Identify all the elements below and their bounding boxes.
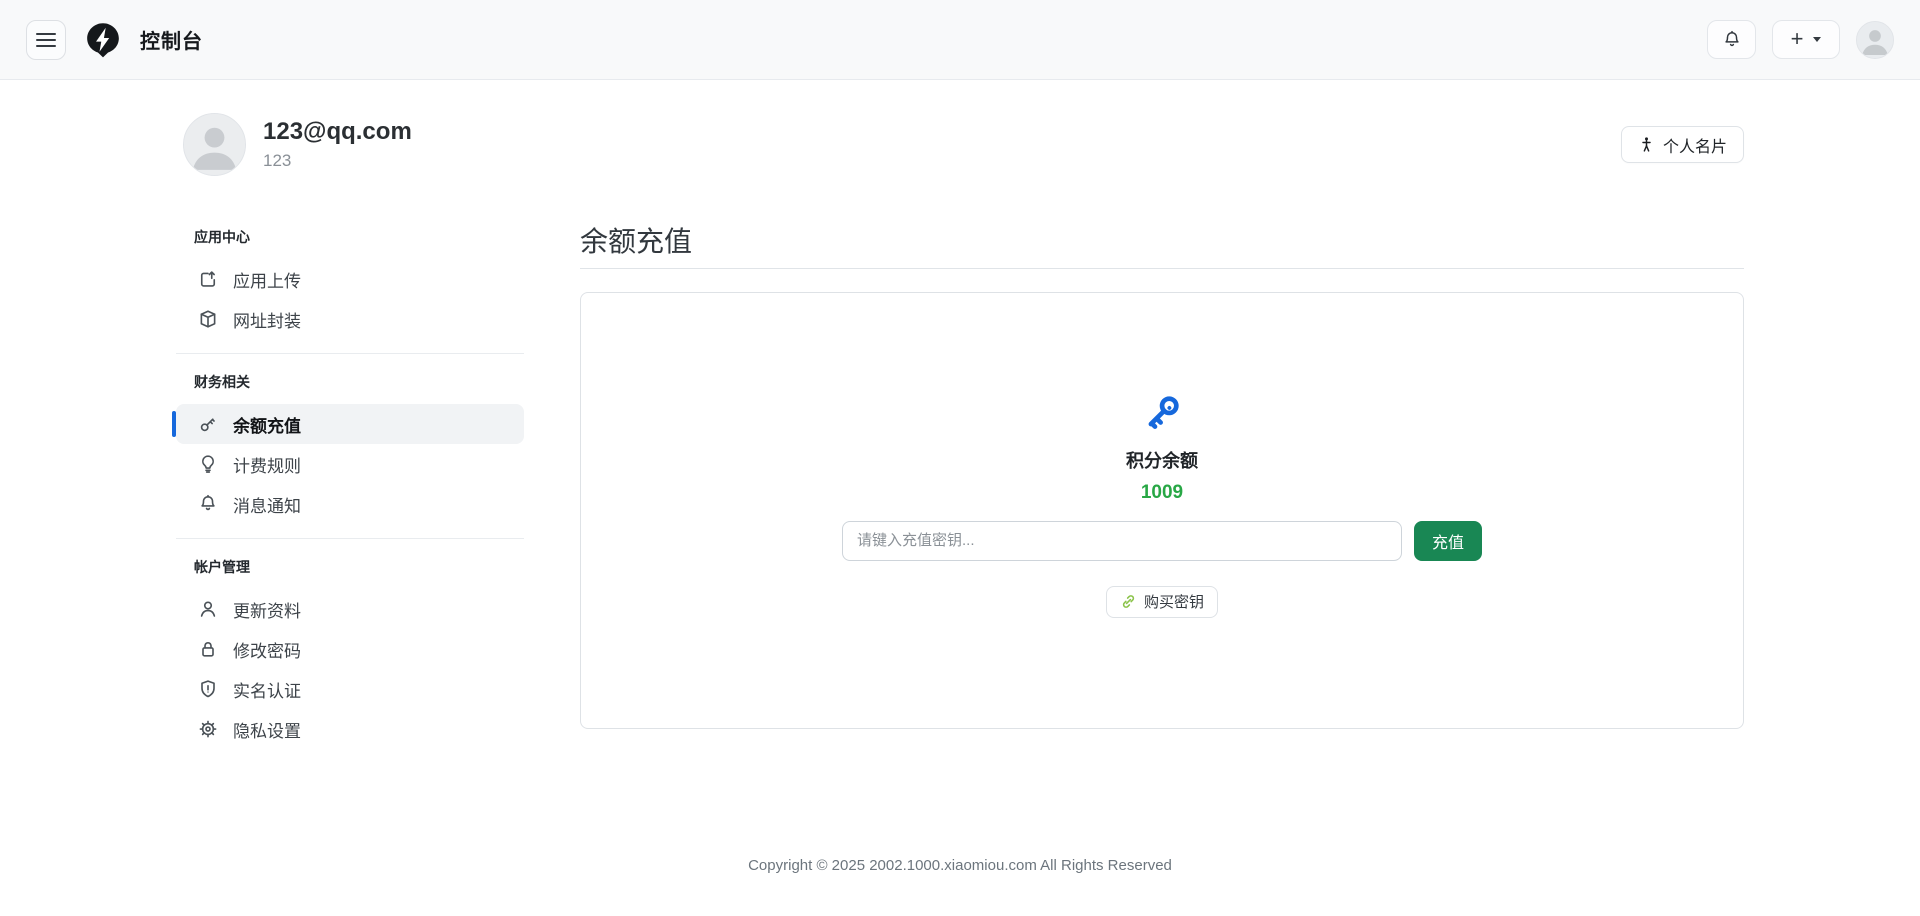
- sidebar-item-label: 隐私设置: [233, 717, 301, 742]
- sidebar-item-label: 更新资料: [233, 597, 301, 622]
- sidebar-section-app-center: 应用中心: [194, 227, 524, 247]
- avatar-placeholder-icon: [1857, 22, 1893, 58]
- profile-header: 123@qq.com 123 个人名片: [176, 113, 1744, 176]
- recharge-card: 积分余额 1009 充值 购买密钥: [580, 292, 1744, 729]
- sidebar-item-notifications[interactable]: 消息通知: [176, 484, 524, 524]
- title-divider: [580, 268, 1744, 269]
- namecard-button-label: 个人名片: [1663, 133, 1727, 157]
- lock-icon: [198, 639, 218, 659]
- key-icon: [1140, 391, 1184, 435]
- sidebar-item-app-upload[interactable]: 应用上传: [176, 259, 524, 299]
- recharge-button[interactable]: 充值: [1414, 521, 1482, 561]
- sidebar-item-change-password[interactable]: 修改密码: [176, 629, 524, 669]
- bell-icon: [198, 494, 218, 514]
- sidebar-divider: [176, 353, 524, 354]
- person-icon: [198, 599, 218, 619]
- sidebar-item-label: 应用上传: [233, 267, 301, 292]
- buy-key-button-label: 购买密钥: [1144, 591, 1204, 612]
- profile-avatar: [183, 113, 246, 176]
- profile-username: 123: [263, 151, 412, 171]
- avatar-placeholder-icon: [184, 114, 245, 175]
- sidebar: 应用中心 应用上传 网址封装 财务相关: [176, 227, 524, 749]
- sidebar-section-account: 帐户管理: [194, 557, 524, 577]
- box-arrow-up-icon: [198, 269, 218, 289]
- shield-exclamation-icon: [198, 679, 218, 699]
- new-item-dropdown-button[interactable]: +: [1772, 20, 1840, 59]
- sidebar-item-balance-recharge[interactable]: 余额充值: [176, 404, 524, 444]
- lightbulb-icon: [198, 454, 218, 474]
- personal-namecard-button[interactable]: 个人名片: [1621, 126, 1744, 163]
- bell-icon: [1722, 30, 1742, 50]
- menu-toggle-button[interactable]: [26, 20, 66, 60]
- sidebar-item-label: 实名认证: [233, 677, 301, 702]
- person-standing-icon: [1638, 136, 1655, 153]
- main-panel: 余额充值 积分余额 1009 充值: [580, 227, 1744, 729]
- sidebar-item-label: 余额充值: [233, 412, 301, 437]
- profile-email: 123@qq.com: [263, 118, 412, 147]
- balance-value: 1009: [1141, 482, 1183, 503]
- copyright-footer: Copyright © 2025 2002.1000.xiaomiou.com …: [176, 857, 1744, 874]
- app-title: 控制台: [140, 25, 203, 54]
- balance-label: 积分余额: [1126, 451, 1198, 472]
- notifications-button[interactable]: [1707, 20, 1756, 59]
- sidebar-item-label: 计费规则: [233, 452, 301, 477]
- plus-icon: +: [1791, 28, 1804, 50]
- cube-icon: [198, 309, 218, 329]
- recharge-key-input[interactable]: [842, 521, 1402, 561]
- sidebar-item-label: 消息通知: [233, 492, 301, 517]
- buy-key-button[interactable]: 购买密钥: [1106, 586, 1218, 618]
- sidebar-section-finance: 财务相关: [194, 372, 524, 392]
- page-title: 余额充值: [580, 227, 1744, 258]
- link-icon: [1120, 593, 1137, 610]
- sidebar-divider: [176, 538, 524, 539]
- chevron-down-icon: [1813, 37, 1821, 42]
- top-navbar: 控制台 +: [0, 0, 1920, 80]
- sidebar-item-realname-verification[interactable]: 实名认证: [176, 669, 524, 709]
- sidebar-item-privacy-settings[interactable]: 隐私设置: [176, 709, 524, 749]
- gear-icon: [198, 719, 218, 739]
- key-icon: [198, 414, 218, 434]
- app-logo-lightning-icon[interactable]: [84, 21, 122, 59]
- sidebar-item-update-profile[interactable]: 更新资料: [176, 589, 524, 629]
- sidebar-item-url-packaging[interactable]: 网址封装: [176, 299, 524, 339]
- sidebar-item-label: 网址封装: [233, 307, 301, 332]
- navbar-avatar[interactable]: [1856, 21, 1894, 59]
- sidebar-item-label: 修改密码: [233, 637, 301, 662]
- sidebar-item-billing-rules[interactable]: 计费规则: [176, 444, 524, 484]
